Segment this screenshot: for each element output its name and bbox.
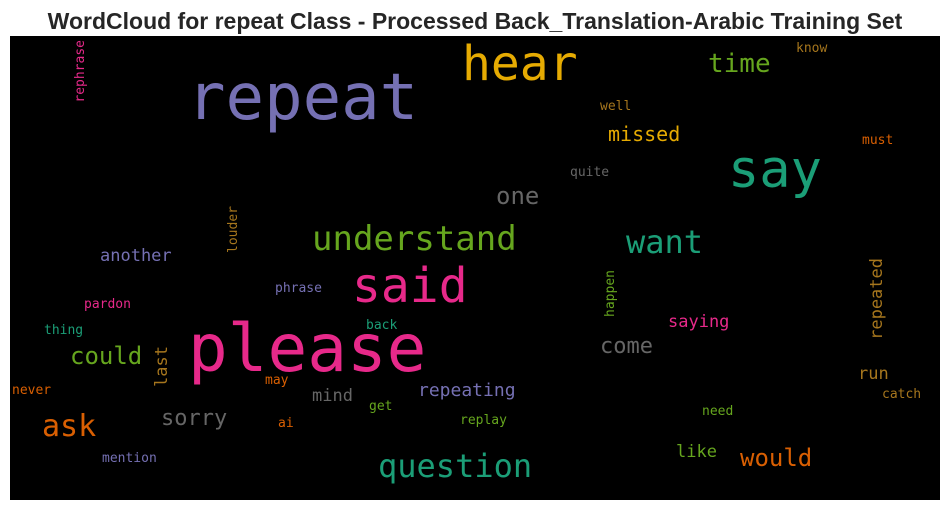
word-thing: thing	[44, 323, 84, 338]
word-must: must	[862, 133, 894, 148]
word-cloud-canvas: repeat hear time know rephrase well miss…	[10, 36, 940, 500]
word-want: want	[626, 223, 704, 261]
word-repeated: repeated	[867, 258, 887, 340]
word-like: like	[676, 442, 717, 462]
word-phrase: phrase	[275, 281, 322, 296]
word-said: said	[352, 258, 468, 314]
word-mind: mind	[312, 386, 353, 406]
word-come: come	[600, 334, 653, 359]
word-please: please	[188, 310, 427, 387]
word-sorry: sorry	[161, 406, 228, 431]
chart-title: WordCloud for repeat Class - Processed B…	[47, 8, 903, 34]
word-would: would	[740, 444, 813, 472]
word-may: may	[265, 373, 289, 388]
word-another: another	[100, 246, 172, 266]
word-know: know	[796, 41, 828, 56]
word-run: run	[858, 364, 889, 384]
word-saying: saying	[668, 312, 730, 332]
word-repeating: repeating	[418, 380, 516, 401]
word-time: time	[708, 49, 771, 79]
word-replay: replay	[460, 413, 507, 428]
word-well: well	[600, 99, 632, 114]
word-catch: catch	[882, 387, 922, 402]
word-hear: hear	[462, 36, 578, 92]
word-louder: louder	[226, 206, 241, 253]
word-happen: happen	[603, 270, 618, 317]
word-say: say	[728, 140, 822, 200]
word-ask: ask	[42, 409, 97, 444]
word-get: get	[369, 399, 393, 414]
word-could: could	[70, 342, 143, 370]
word-question: question	[378, 447, 533, 485]
word-quite: quite	[570, 165, 610, 180]
word-ai: ai	[278, 416, 294, 431]
word-mention: mention	[102, 451, 157, 466]
word-rephrase: rephrase	[73, 40, 88, 103]
word-pardon: pardon	[84, 297, 131, 312]
word-last: last	[152, 346, 172, 387]
word-one: one	[496, 182, 540, 210]
word-need: need	[702, 404, 734, 419]
word-missed: missed	[608, 122, 681, 146]
word-repeat: repeat	[187, 61, 419, 135]
word-understand: understand	[312, 219, 517, 259]
word-never: never	[12, 383, 52, 398]
